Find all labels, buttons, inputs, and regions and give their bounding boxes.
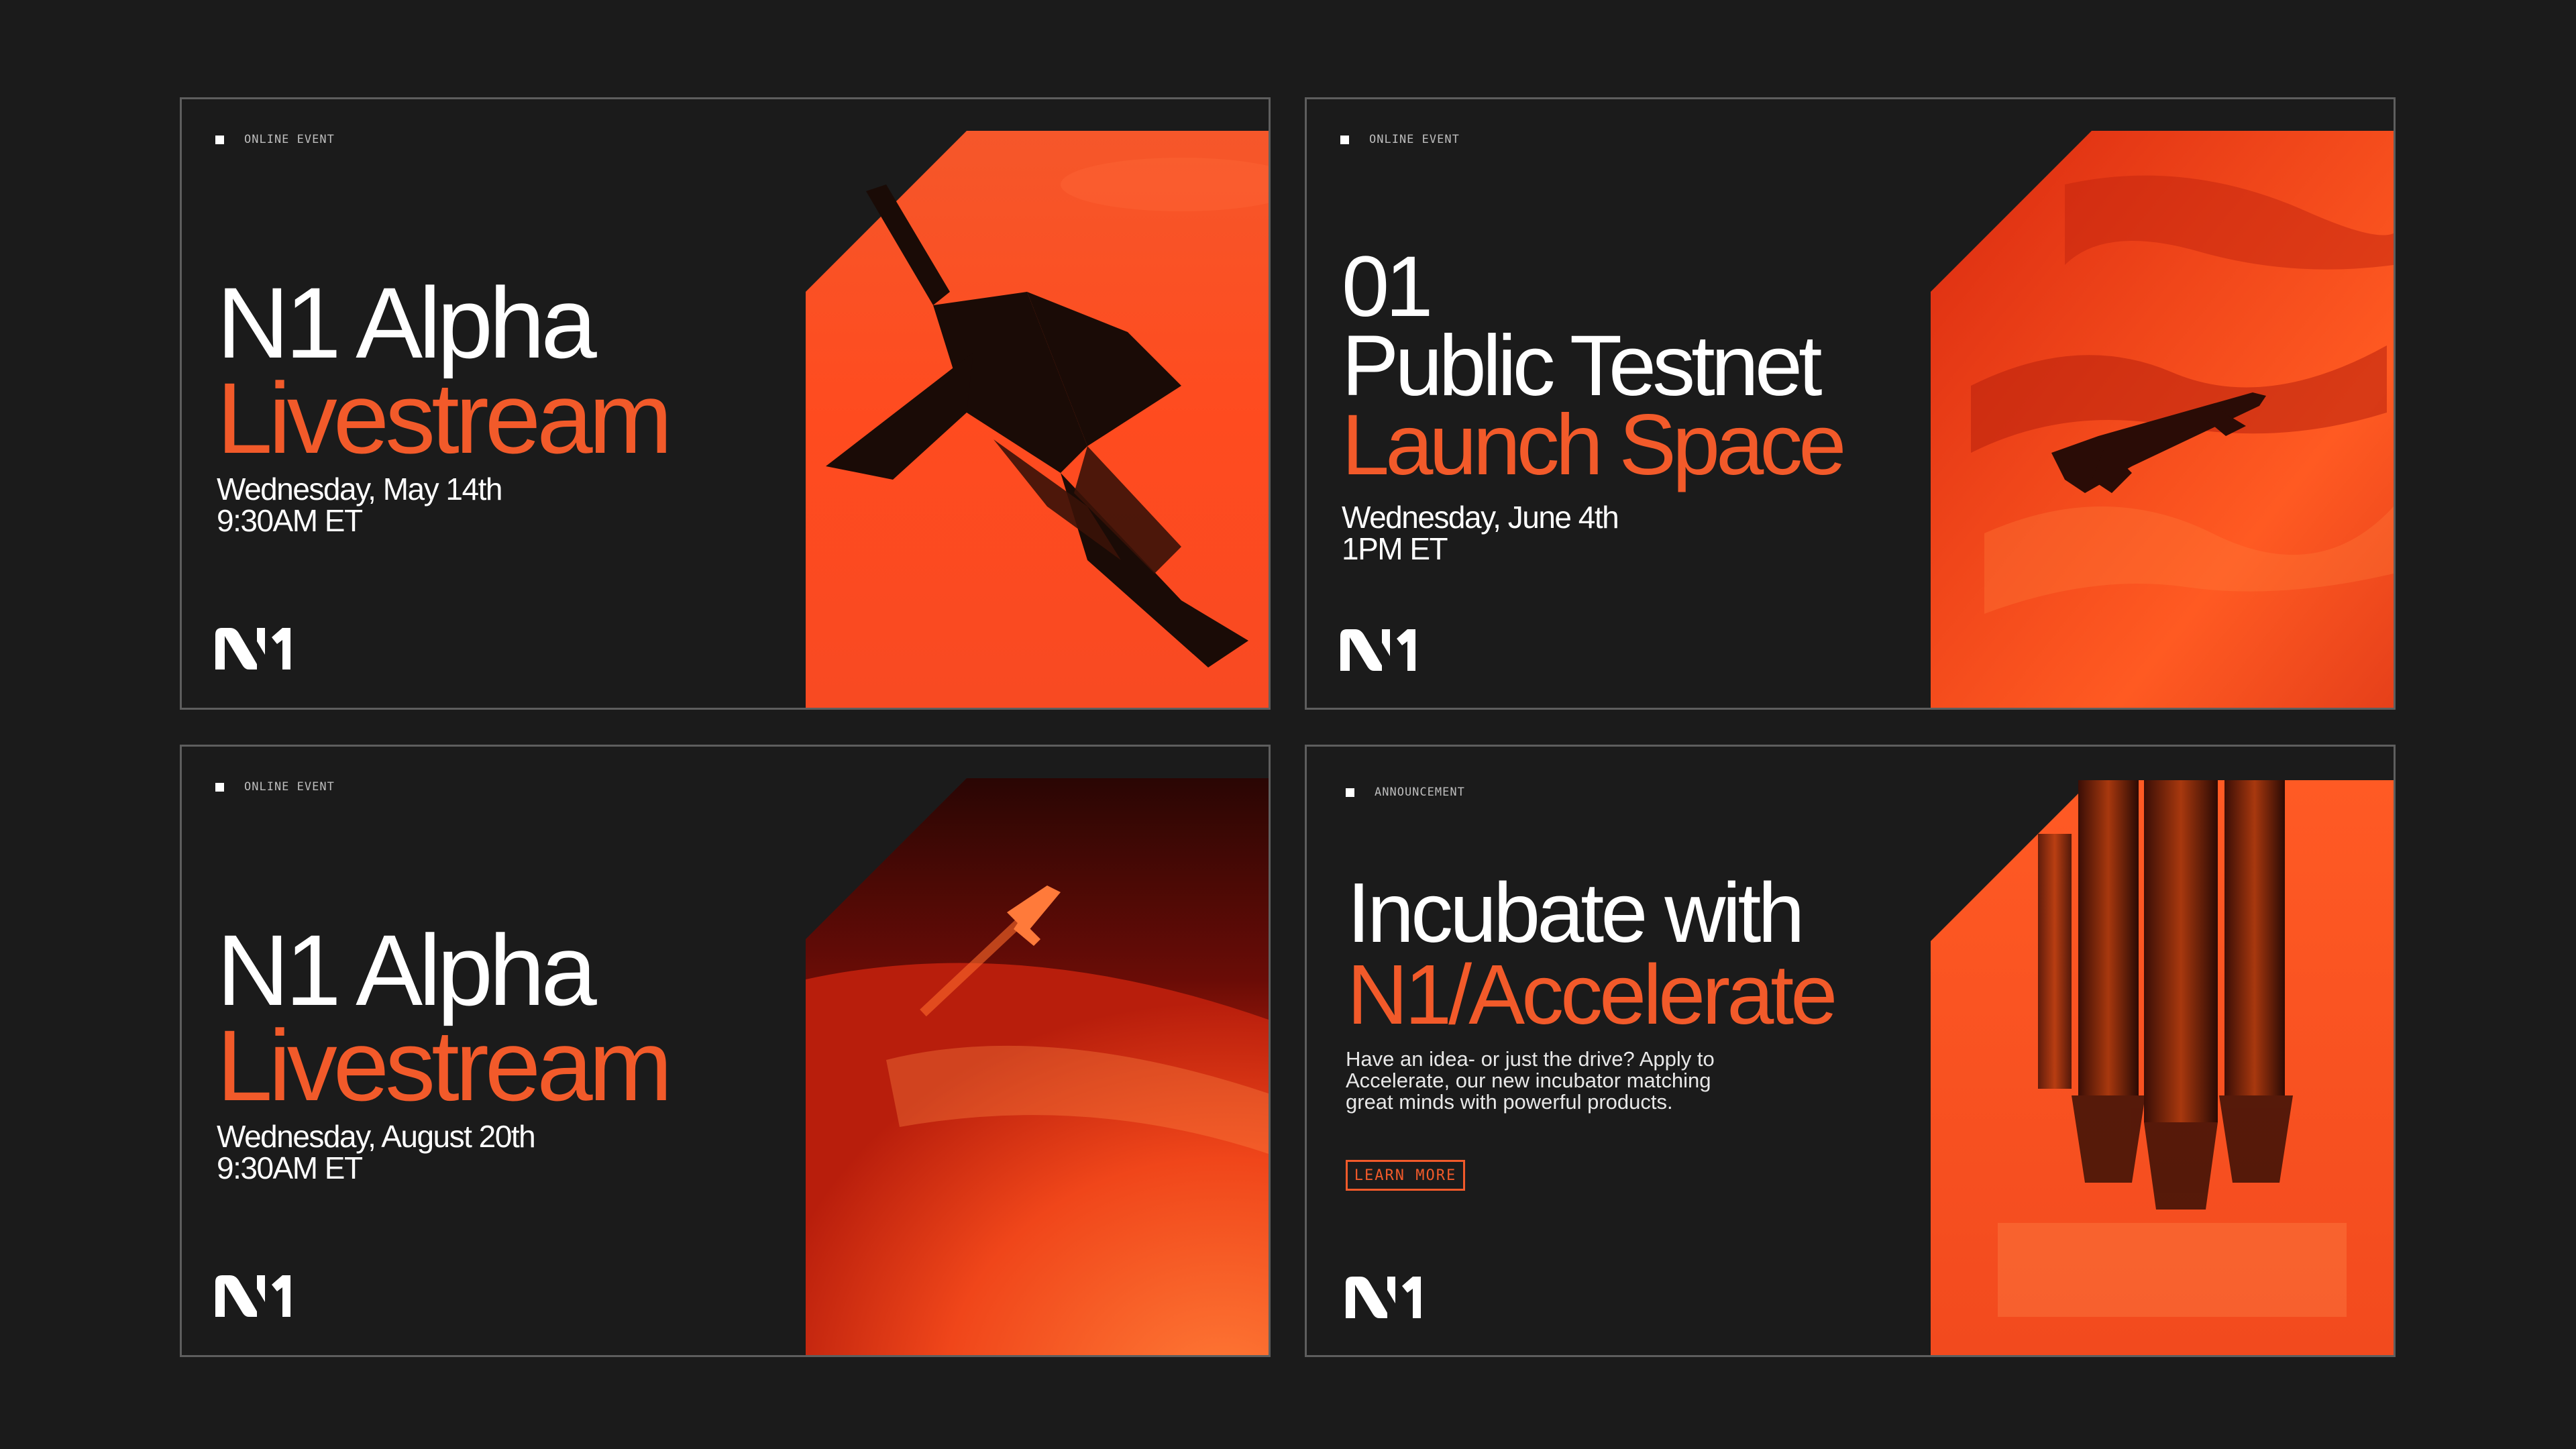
date-day: Wednesday, June 4th (1342, 500, 1619, 535)
date-day: Wednesday, May 14th (217, 472, 502, 506)
date-day: Wednesday, August 20th (217, 1119, 536, 1154)
tag-label: ONLINE EVENT (1369, 133, 1460, 146)
tag-square-icon (215, 782, 224, 792)
card-headline: Incubate with N1/Accelerate (1347, 865, 1837, 1042)
headline-white: N1 Alpha (217, 266, 597, 379)
n1-logo-icon (1340, 629, 1419, 671)
headline-orange: Launch Space (1342, 397, 1846, 493)
learn-more-button[interactable]: LEARN MORE (1346, 1160, 1465, 1191)
date-time: 1PM ET (1342, 531, 1448, 566)
n1-logo-icon (215, 1275, 294, 1317)
headline-orange: Livestream (217, 1009, 673, 1122)
headline-white: Public Testnet (1342, 318, 1823, 414)
announcement-body: Have an idea- or just the drive? Apply t… (1346, 1047, 1775, 1114)
body-line: great minds with powerful products. (1346, 1090, 1673, 1114)
card-headline: 01 Public Testnet Launch Space (1342, 239, 1846, 493)
tag-label: ONLINE EVENT (244, 780, 335, 794)
tag-square-icon (1346, 788, 1354, 797)
event-card-public-testnet[interactable]: ONLINE EVENT 01 Public Testnet Launch Sp… (1305, 97, 2396, 710)
date-time: 9:30AM ET (217, 1150, 363, 1185)
event-date: Wednesday, May 14th 9:30AM ET (217, 474, 502, 537)
tag-label: ANNOUNCEMENT (1375, 786, 1465, 799)
shuttle-above-planet-image (806, 778, 1269, 1355)
headline-orange: Livestream (217, 362, 673, 474)
event-date: Wednesday, August 20th 9:30AM ET (217, 1119, 536, 1185)
headline-white: Incubate with (1347, 865, 1805, 960)
n1-logo-icon (1346, 1277, 1425, 1318)
card-tag: ONLINE EVENT (215, 133, 335, 146)
event-card-august-livestream[interactable]: ONLINE EVENT N1 Alpha Livestream Wednesd… (180, 745, 1271, 1357)
headline-white: N1 Alpha (217, 914, 597, 1026)
card-tag: ANNOUNCEMENT (1346, 786, 1465, 799)
tag-square-icon (215, 135, 224, 144)
card-headline: N1 Alpha Livestream (217, 266, 673, 474)
card-headline: N1 Alpha Livestream (217, 914, 673, 1122)
date-time: 9:30AM ET (217, 502, 363, 538)
card-tag: ONLINE EVENT (215, 780, 335, 794)
tag-label: ONLINE EVENT (244, 133, 335, 146)
headline-orange: N1/Accelerate (1347, 947, 1837, 1042)
event-card-may-livestream[interactable]: ONLINE EVENT N1 Alpha Livestream Wednesd… (180, 97, 1271, 710)
tag-square-icon (1340, 135, 1349, 144)
event-date: Wednesday, June 4th 1PM ET (1342, 500, 1619, 566)
headline-number: 01 (1342, 239, 1433, 335)
body-line: Have an idea- or just the drive? Apply t… (1346, 1047, 1715, 1071)
body-line: Accelerate, our new incubator matching (1346, 1069, 1711, 1093)
rocket-engines-image (1931, 780, 2394, 1355)
space-shuttle-descending-image (806, 131, 1269, 708)
page: ONLINE EVENT N1 Alpha Livestream Wednesd… (0, 0, 2576, 1449)
announcement-card-accelerate[interactable]: ANNOUNCEMENT Incubate with N1/Accelerate… (1305, 745, 2396, 1357)
n1-logo-icon (215, 628, 294, 669)
shuttle-over-red-clouds-image (1931, 131, 2394, 708)
card-tag: ONLINE EVENT (1340, 133, 1460, 146)
